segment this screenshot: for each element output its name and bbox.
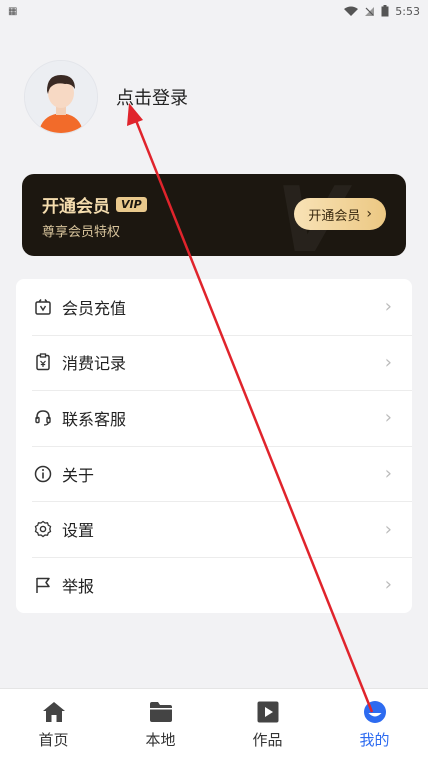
headset-icon — [35, 410, 51, 426]
status-bar: ▦ 5:53 — [0, 0, 428, 22]
profile-icon — [363, 701, 386, 723]
menu-item-settings[interactable]: 设置 › — [16, 501, 412, 557]
tab-label: 首页 — [38, 731, 69, 749]
flag-icon — [36, 577, 50, 593]
notification-icon: ▦ — [8, 5, 18, 17]
menu-item-consumption-record[interactable]: 消费记录 › — [16, 334, 412, 391]
menu-label: 联系客服 — [62, 409, 127, 429]
receipt-icon — [36, 353, 50, 371]
chevron-right-icon: › — [384, 296, 392, 318]
login-link[interactable]: 点击登录 — [116, 84, 188, 110]
chevron-right-icon: › — [384, 574, 392, 596]
tab-label: 本地 — [145, 731, 176, 749]
play-icon — [257, 701, 278, 723]
vip-badge: VIP — [116, 197, 147, 212]
home-icon — [42, 702, 65, 722]
vip-title-text: 开通会员 — [42, 197, 110, 217]
status-time: 5:53 — [395, 4, 420, 18]
default-avatar-icon — [25, 61, 97, 133]
vip-banner[interactable]: V 开通会员 VIP 尊享会员特权 开通会员 › — [22, 174, 406, 256]
wifi-icon — [344, 6, 359, 16]
menu-label: 关于 — [62, 465, 95, 485]
info-icon — [34, 465, 52, 482]
gear-icon — [34, 520, 52, 538]
chevron-right-icon: › — [384, 463, 392, 485]
chevron-right-icon: › — [366, 206, 372, 222]
open-vip-button-label: 开通会员 — [308, 208, 361, 224]
status-indicators: 5:53 — [344, 5, 420, 18]
menu-item-recharge[interactable]: 会员充值 › — [16, 279, 412, 335]
chevron-right-icon: › — [384, 518, 392, 540]
folder-icon — [149, 702, 172, 722]
battery-icon — [381, 5, 389, 17]
open-vip-button[interactable]: 开通会员 › — [294, 198, 386, 230]
menu-item-about[interactable]: 关于 › — [16, 445, 412, 502]
menu-label: 会员充值 — [62, 298, 127, 318]
tab-works[interactable]: 作品 — [214, 689, 321, 763]
tab-mine[interactable]: 我的 — [321, 689, 428, 763]
settings-menu: 会员充值 › 消费记录 › 联系客服 › 关于 › 设置 › 举报 › — [16, 279, 412, 613]
vip-subtitle: 尊享会员特权 — [42, 225, 121, 240]
vip-title: 开通会员 VIP — [42, 192, 147, 217]
chevron-right-icon: › — [384, 351, 392, 373]
bottom-tab-bar: 首页 本地 作品 我的 — [0, 688, 428, 763]
menu-label: 举报 — [62, 576, 95, 596]
tab-local[interactable]: 本地 — [107, 689, 214, 763]
menu-item-report[interactable]: 举报 › — [16, 556, 412, 613]
menu-label: 消费记录 — [62, 354, 127, 374]
recharge-icon — [35, 298, 51, 315]
chevron-right-icon: › — [384, 407, 392, 429]
profile-header[interactable]: 点击登录 — [24, 60, 188, 134]
avatar[interactable] — [24, 60, 98, 134]
tab-home[interactable]: 首页 — [0, 689, 107, 763]
tab-label: 作品 — [252, 731, 283, 749]
menu-item-customer-service[interactable]: 联系客服 › — [16, 390, 412, 446]
no-signal-icon — [365, 6, 375, 16]
menu-label: 设置 — [62, 521, 95, 541]
tab-label: 我的 — [359, 731, 390, 749]
